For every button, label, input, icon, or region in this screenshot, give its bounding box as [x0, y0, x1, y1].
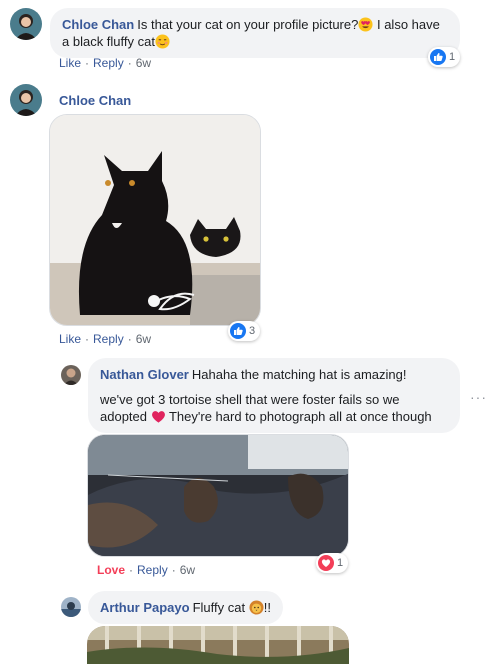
timestamp[interactable]: 6w: [136, 332, 151, 346]
reply-actions: Love · Reply · 6w: [97, 563, 195, 577]
garden-photo[interactable]: [87, 626, 349, 664]
arthur-avatar[interactable]: [61, 597, 81, 617]
like-icon: [430, 49, 446, 65]
reply-bubble: Nathan Glover Hahaha the matching hat is …: [88, 358, 460, 433]
comment-bubble: Chloe Chan Is that your cat on your profi…: [50, 8, 460, 58]
reply-text-suffix: !!: [263, 600, 271, 615]
reaction-count: 3: [249, 325, 256, 337]
comment-actions: Like · Reply · 6w: [59, 56, 151, 70]
separator: ·: [127, 332, 132, 346]
comment-actions: Like · Reply · 6w: [59, 332, 151, 346]
tortoiseshell-cats-photo[interactable]: [87, 434, 349, 557]
reply-author[interactable]: Nathan Glover: [100, 367, 189, 382]
comment-author[interactable]: Chloe Chan: [59, 93, 131, 108]
reaction-summary[interactable]: 3: [228, 321, 261, 341]
love-icon: [318, 555, 334, 571]
reply-link[interactable]: Reply: [93, 332, 124, 346]
reply-bubble: Arthur Papayo Fluffy cat !!: [88, 591, 283, 624]
nathan-avatar[interactable]: [61, 365, 81, 385]
separator: ·: [85, 56, 90, 70]
chloe-avatar[interactable]: [10, 8, 42, 40]
reaction-count: 1: [449, 51, 456, 63]
blushing-emoji: [155, 34, 170, 49]
separator: ·: [85, 332, 90, 346]
lion-emoji: [249, 600, 264, 615]
reply-text-continued: They're hard to photograph all at once t…: [165, 409, 432, 424]
love-link[interactable]: Love: [97, 563, 125, 577]
chloe-avatar[interactable]: [10, 84, 42, 116]
reply-link[interactable]: Reply: [93, 56, 124, 70]
heart-emoji: [151, 409, 166, 424]
black-cat-photo[interactable]: [49, 114, 261, 326]
like-icon: [230, 323, 246, 339]
timestamp[interactable]: 6w: [136, 56, 151, 70]
reaction-summary[interactable]: 1: [316, 553, 349, 573]
reply-text: Fluffy cat: [192, 600, 249, 615]
reply-author[interactable]: Arthur Papayo: [100, 600, 190, 615]
separator: ·: [171, 563, 176, 577]
more-options-icon[interactable]: ···: [470, 389, 487, 405]
reaction-count: 1: [337, 557, 344, 569]
timestamp[interactable]: 6w: [180, 563, 195, 577]
like-link[interactable]: Like: [59, 332, 81, 346]
separator: ·: [127, 56, 132, 70]
comment-text: Is that your cat on your profile picture…: [137, 17, 359, 32]
separator: ·: [129, 563, 134, 577]
reply-link[interactable]: Reply: [137, 563, 168, 577]
like-link[interactable]: Like: [59, 56, 81, 70]
reply-text: Hahaha the matching hat is amazing!: [191, 367, 407, 382]
reaction-summary[interactable]: 1: [428, 47, 461, 67]
comment-author[interactable]: Chloe Chan: [62, 17, 134, 32]
heart-eyes-emoji: [358, 17, 373, 32]
